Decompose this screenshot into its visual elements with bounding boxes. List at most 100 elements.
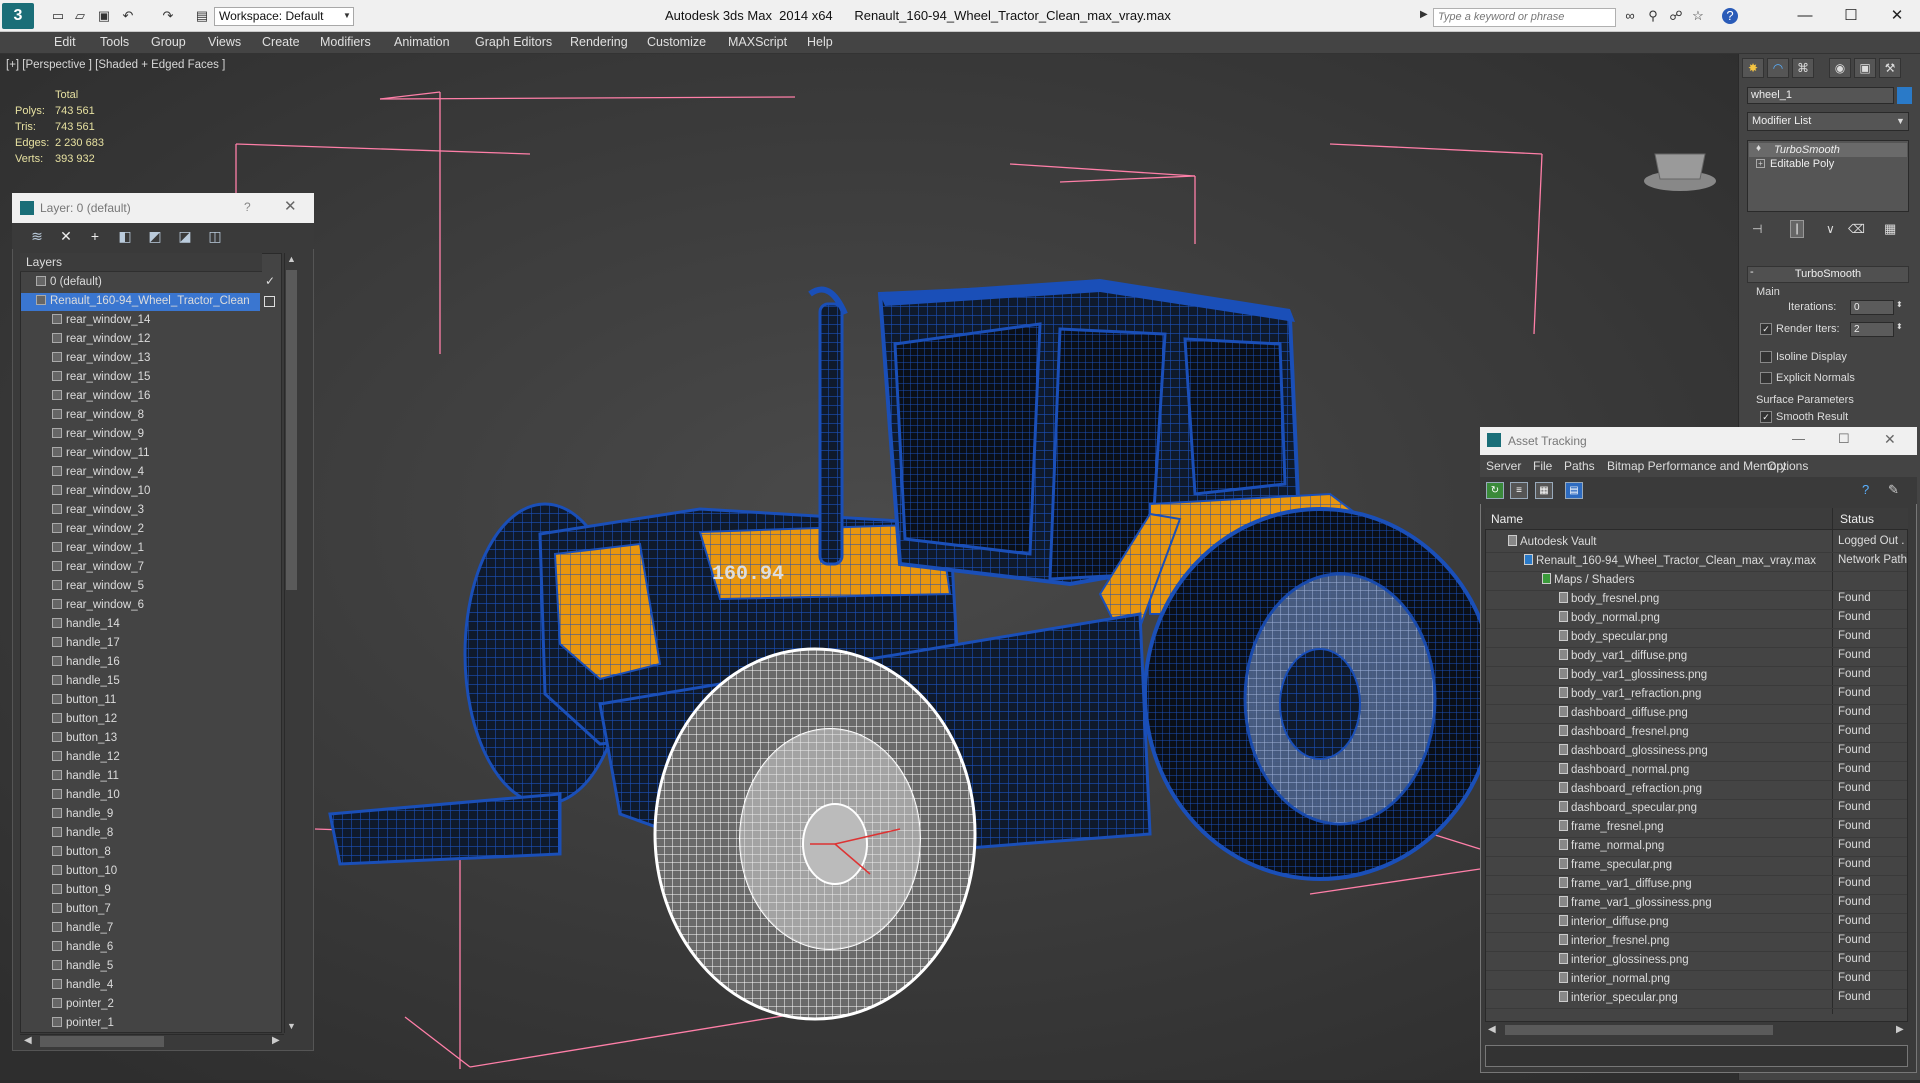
layer-row[interactable]: rear_window_9 — [52, 428, 144, 447]
layer-row[interactable]: rear_window_6 — [52, 599, 144, 618]
menu-animation[interactable]: Animation — [394, 35, 450, 49]
asset-minimize-button[interactable]: — — [1792, 431, 1805, 446]
lightbulb-icon[interactable]: ♦ — [1756, 143, 1761, 154]
layer-row[interactable]: handle_6 — [52, 941, 113, 960]
layer-row[interactable]: rear_window_3 — [52, 504, 144, 523]
menu-edit[interactable]: Edit — [54, 35, 76, 49]
select-highlight-icon[interactable]: ◧ — [116, 228, 134, 244]
modify-tab-icon[interactable]: ◠ — [1767, 58, 1789, 78]
layer-row[interactable]: handle_15 — [52, 675, 120, 694]
asset-menu-server[interactable]: Server — [1486, 459, 1521, 473]
layer-row[interactable]: handle_11 — [52, 770, 119, 789]
open-file-icon[interactable]: ▱ — [72, 8, 88, 24]
current-layer-check-icon[interactable]: ✓ — [265, 274, 275, 288]
freeze-all-layers-icon[interactable]: ◫ — [206, 228, 224, 244]
layer-row[interactable]: rear_window_8 — [52, 409, 144, 428]
object-color-swatch[interactable] — [1897, 87, 1912, 104]
layer-row[interactable]: handle_7 — [52, 922, 113, 941]
list-view-icon[interactable]: ≡ — [1510, 482, 1528, 499]
asset-hscroll-thumb[interactable] — [1505, 1025, 1773, 1035]
isoline-display-checkbox[interactable] — [1760, 351, 1772, 363]
layer-row[interactable]: handle_5 — [52, 960, 113, 979]
layer-row[interactable]: handle_17 — [52, 637, 120, 656]
asset-maximize-button[interactable]: ☐ — [1838, 431, 1850, 447]
undo-icon[interactable]: ↶ — [120, 8, 136, 24]
communication-icon[interactable]: ☍ — [1668, 8, 1684, 24]
remove-modifier-icon[interactable]: ⌫ — [1848, 222, 1865, 236]
viewport-label[interactable]: [+] [Perspective ] [Shaded + Edged Faces… — [6, 59, 225, 71]
app-logo-button[interactable]: 3 — [2, 3, 34, 29]
render-iters-checkbox[interactable]: ✓ — [1760, 323, 1772, 335]
layer-row[interactable]: button_11 — [52, 694, 116, 713]
spinner-arrows-icon[interactable]: ⬍ — [1896, 300, 1903, 309]
close-button[interactable]: ✕ — [1882, 4, 1912, 28]
layer-visibility-toggle[interactable] — [264, 296, 275, 307]
status-column-header[interactable]: Status — [1840, 512, 1874, 526]
delete-layer-icon[interactable]: ✕ — [57, 228, 75, 244]
smooth-result-checkbox[interactable]: ✓ — [1760, 411, 1772, 423]
layer-row[interactable]: rear_window_1 — [52, 542, 144, 561]
add-to-layer-icon[interactable]: + — [86, 228, 104, 244]
create-tab-icon[interactable]: ✸ — [1742, 58, 1764, 78]
layer-help-button[interactable]: ? — [244, 200, 251, 214]
minimize-button[interactable]: — — [1790, 4, 1820, 28]
layers-column-header[interactable]: Layers — [20, 253, 262, 272]
menu-maxscript[interactable]: MAXScript — [728, 35, 787, 49]
help-icon[interactable]: ? — [1722, 8, 1738, 24]
binoculars-icon[interactable]: ∞ — [1622, 8, 1638, 24]
layer-row[interactable]: handle_14 — [52, 618, 120, 637]
layer-row[interactable]: rear_window_10 — [52, 485, 150, 504]
layer-row[interactable]: handle_4 — [52, 979, 113, 998]
maximize-button[interactable]: ☐ — [1836, 4, 1866, 28]
layer-row[interactable]: rear_window_14 — [52, 314, 150, 333]
hide-all-layers-icon[interactable]: ◪ — [176, 228, 194, 244]
name-column-header[interactable]: Name — [1491, 512, 1523, 526]
layer-row[interactable]: handle_16 — [52, 656, 120, 675]
utilities-tab-icon[interactable]: ⚒ — [1879, 58, 1901, 78]
collapse-minus-icon[interactable]: - — [1750, 266, 1754, 278]
layer-row[interactable]: rear_window_16 — [52, 390, 150, 409]
menu-group[interactable]: Group — [151, 35, 186, 49]
thumbnail-view-icon[interactable]: ▦ — [1535, 482, 1553, 499]
new-file-icon[interactable]: ▭ — [50, 8, 66, 24]
asset-help-icon[interactable]: ? — [1862, 482, 1869, 497]
layer-row[interactable]: rear_window_13 — [52, 352, 150, 371]
menu-rendering[interactable]: Rendering — [570, 35, 628, 49]
expand-search-icon[interactable]: ▶ — [1420, 9, 1428, 20]
layer-scroll-thumb[interactable] — [286, 270, 297, 590]
create-layer-icon[interactable]: ≋ — [28, 228, 46, 244]
asset-menu-paths[interactable]: Paths — [1564, 459, 1595, 473]
scroll-right-icon[interactable]: ▶ — [1896, 1024, 1904, 1035]
layer-row[interactable]: button_13 — [52, 732, 117, 751]
scroll-right-icon[interactable]: ▶ — [272, 1035, 280, 1046]
turbosmooth-rollout-header[interactable]: TurboSmooth — [1747, 266, 1909, 283]
layer-row[interactable]: button_7 — [52, 903, 111, 922]
explicit-normals-checkbox[interactable] — [1760, 372, 1772, 384]
layer-row[interactable]: handle_10 — [52, 789, 120, 808]
layer-row[interactable]: handle_9 — [52, 808, 113, 827]
layer-row[interactable]: button_9 — [52, 884, 111, 903]
asset-pin-icon[interactable]: ✎ — [1888, 482, 1899, 498]
scroll-down-icon[interactable]: ▼ — [287, 1021, 296, 1031]
stack-item-turbosmooth[interactable]: TurboSmooth — [1774, 144, 1840, 156]
layer-close-icon[interactable]: ✕ — [284, 197, 297, 215]
refresh-icon[interactable]: ↻ — [1486, 482, 1504, 499]
layer-row[interactable]: rear_window_15 — [52, 371, 150, 390]
layer-row[interactable]: handle_8 — [52, 827, 113, 846]
display-tab-icon[interactable]: ▣ — [1854, 58, 1876, 78]
asset-close-icon[interactable]: ✕ — [1884, 431, 1896, 448]
layer-row[interactable]: rear_window_2 — [52, 523, 144, 542]
asset-menu-file[interactable]: File — [1533, 459, 1552, 473]
menu-help[interactable]: Help — [807, 35, 833, 49]
menu-modifiers[interactable]: Modifiers — [320, 35, 371, 49]
asset-menu-options[interactable]: Options — [1767, 459, 1808, 473]
expand-plus-icon[interactable]: + — [1756, 159, 1765, 168]
menu-tools[interactable]: Tools — [100, 35, 129, 49]
workspace-dropdown[interactable]: Workspace: Default — [214, 7, 354, 26]
hierarchy-tab-icon[interactable]: ⌘ — [1792, 58, 1814, 78]
subscription-icon[interactable]: ⚲ — [1645, 8, 1661, 24]
layer-row[interactable]: pointer_2 — [52, 998, 114, 1017]
make-unique-icon[interactable]: ∨ — [1826, 222, 1835, 236]
render-iters-spinner[interactable]: 2 — [1850, 322, 1894, 337]
project-folder-icon[interactable]: ▤ — [194, 8, 210, 24]
